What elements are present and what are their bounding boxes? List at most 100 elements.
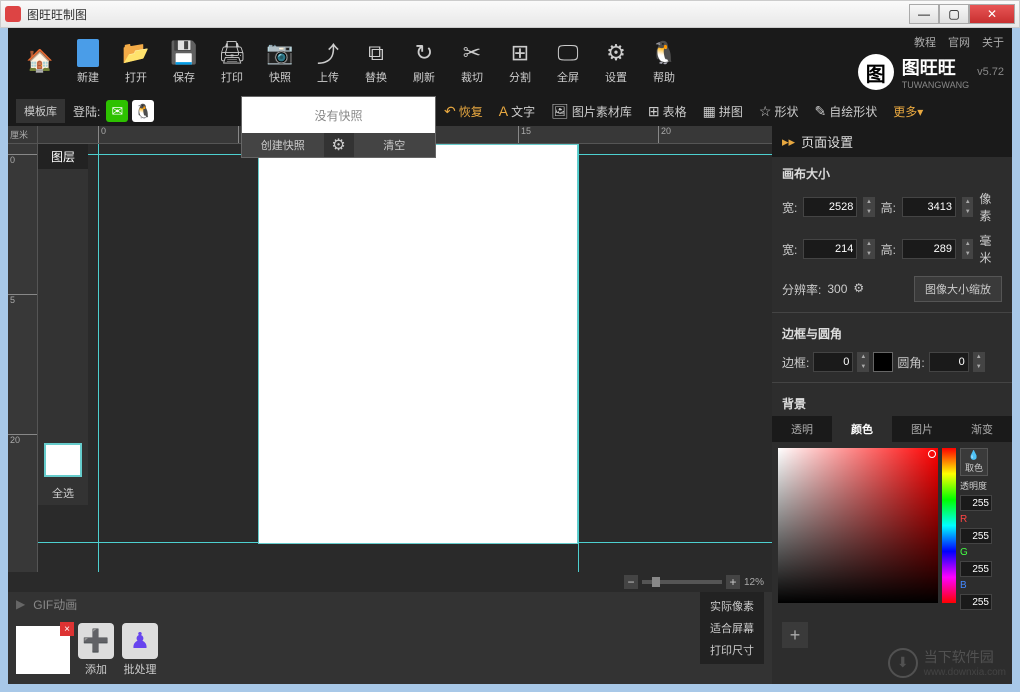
home-button[interactable]: 🏠 <box>16 32 64 92</box>
layers-header: 图层 <box>38 144 88 169</box>
fullscreen-button[interactable]: 🖵全屏 <box>544 32 592 92</box>
radius-input[interactable] <box>929 352 969 372</box>
maximize-button[interactable]: ▢ <box>939 4 969 24</box>
create-snapshot-button[interactable]: 创建快照 <box>242 133 324 157</box>
print-size-option[interactable]: 打印尺寸 <box>700 639 764 661</box>
border-color-swatch[interactable] <box>873 352 893 372</box>
logo-text: 图旺旺 <box>902 54 969 80</box>
upload-button[interactable]: ⤴上传 <box>304 32 352 92</box>
color-sv-picker[interactable] <box>778 448 938 603</box>
table-button[interactable]: ⊞表格 <box>642 100 693 123</box>
width-px-input[interactable] <box>803 197 857 217</box>
guide-line[interactable] <box>578 144 579 572</box>
snapshot-button[interactable]: 📷快照 <box>256 32 304 92</box>
page-thumbnail[interactable]: × <box>16 626 70 674</box>
settings-button[interactable]: ⚙设置 <box>592 32 640 92</box>
play-icon[interactable]: ▶ <box>16 597 25 611</box>
snapshot-empty-label: 没有快照 <box>242 97 435 133</box>
recover-button[interactable]: ↶恢复 <box>438 100 489 123</box>
logo-sub: TUWANGWANG <box>902 80 969 90</box>
fit-screen-option[interactable]: 适合屏幕 <box>700 617 764 639</box>
watermark: ⬇ 当下软件园 www.downxia.com <box>888 647 1006 678</box>
canvas-area[interactable] <box>38 144 772 572</box>
gif-bar: ▶ GIF动画 <box>8 592 772 616</box>
app-icon <box>5 6 21 22</box>
zoom-out-button[interactable]: − <box>624 575 638 589</box>
width-mm-input[interactable] <box>803 239 857 259</box>
height-mm-input[interactable] <box>902 239 956 259</box>
border-input[interactable] <box>813 352 853 372</box>
zoom-value: 12% <box>744 577 764 588</box>
bg-section-title: 背景 <box>772 387 1012 416</box>
b-input[interactable] <box>960 594 992 610</box>
collage-button[interactable]: ▦拼图 <box>697 100 749 123</box>
main-toolbar: 🏠 新建 📂打开 💾保存 🖨打印 📷快照 ⤴上传 ⧉替换 ↻刷新 ✂裁切 ⊞分割… <box>8 28 1012 96</box>
save-button[interactable]: 💾保存 <box>160 32 208 92</box>
eyedropper-button[interactable]: 💧取色 <box>960 448 988 476</box>
r-input[interactable] <box>960 528 992 544</box>
layer-thumbnail[interactable] <box>44 443 82 477</box>
close-button[interactable]: ✕ <box>969 4 1015 24</box>
dpi-settings-icon[interactable]: ⚙ <box>853 281 869 297</box>
color-hue-bar[interactable] <box>942 448 956 603</box>
logo-icon: 图 <box>858 54 894 90</box>
bg-tab-color[interactable]: 颜色 <box>832 416 892 442</box>
template-lib-button[interactable]: 模板库 <box>16 99 65 123</box>
shape-button[interactable]: ☆形状 <box>753 100 805 123</box>
freehand-button[interactable]: ✎自绘形状 <box>808 100 883 123</box>
version-label: v5.72 <box>977 66 1004 78</box>
wechat-login-button[interactable]: ✉ <box>106 100 128 122</box>
layers-panel: 图层 全选 <box>38 144 88 505</box>
snapshot-settings-button[interactable]: ⚙ <box>324 133 354 157</box>
width-spinner[interactable]: ▲▼ <box>863 197 874 217</box>
ruler-vertical: 0 5 20 图层 全选 <box>8 144 38 572</box>
panel-header: ▸▸页面设置 <box>772 126 1012 157</box>
refresh-button[interactable]: ↻刷新 <box>400 32 448 92</box>
ruler-unit: 厘米 <box>8 126 38 143</box>
opacity-input[interactable] <box>960 495 992 511</box>
g-input[interactable] <box>960 561 992 577</box>
height-px-input[interactable] <box>902 197 956 217</box>
zoom-slider[interactable] <box>642 580 722 584</box>
image-lib-button[interactable]: 🖼图片素材库 <box>545 100 638 123</box>
select-all-button[interactable]: 全选 <box>38 481 88 505</box>
about-link[interactable]: 关于 <box>982 34 1004 50</box>
guide-line[interactable] <box>98 144 99 572</box>
minimize-button[interactable]: — <box>909 4 939 24</box>
site-link[interactable]: 官网 <box>948 34 970 50</box>
cut-button[interactable]: ✂裁切 <box>448 32 496 92</box>
print-button[interactable]: 🖨打印 <box>208 32 256 92</box>
more-button[interactable]: 更多▾ <box>887 100 929 123</box>
height-spinner[interactable]: ▲▼ <box>962 197 973 217</box>
add-preset-button[interactable]: + <box>782 622 808 648</box>
bg-tab-gradient[interactable]: 渐变 <box>952 416 1012 442</box>
batch-button[interactable]: ♟批处理 <box>122 623 158 677</box>
replace-button[interactable]: ⧉替换 <box>352 32 400 92</box>
qq-login-button[interactable]: 🐧 <box>132 100 154 122</box>
split-button[interactable]: ⊞分割 <box>496 32 544 92</box>
text-tool-button[interactable]: A文字 <box>493 100 541 123</box>
clear-snapshot-button[interactable]: 清空 <box>354 133 436 157</box>
dpi-value: 300 <box>827 282 847 296</box>
gif-label: GIF动画 <box>33 596 77 613</box>
bottom-panel: × ➕添加 ♟批处理 实际像素 适合屏幕 打印尺寸 <box>8 616 772 684</box>
watermark-icon: ⬇ <box>888 648 918 678</box>
view-menu: 实际像素 适合屏幕 打印尺寸 <box>700 592 764 664</box>
zoom-bar: − + 12% <box>8 572 772 592</box>
canvas[interactable] <box>258 144 578 544</box>
zoom-image-button[interactable]: 图像大小缩放 <box>914 276 1002 302</box>
open-button[interactable]: 📂打开 <box>112 32 160 92</box>
actual-pixels-option[interactable]: 实际像素 <box>700 595 764 617</box>
zoom-in-button[interactable]: + <box>726 575 740 589</box>
help-button[interactable]: 🐧帮助 <box>640 32 688 92</box>
tutorial-link[interactable]: 教程 <box>914 34 936 50</box>
add-page-button[interactable]: ➕添加 <box>78 623 114 677</box>
titlebar: 图旺旺制图 — ▢ ✕ <box>0 0 1020 28</box>
bg-tab-image[interactable]: 图片 <box>892 416 952 442</box>
titlebar-text: 图旺旺制图 <box>27 6 909 23</box>
delete-page-icon[interactable]: × <box>60 622 74 636</box>
bg-tab-transparent[interactable]: 透明 <box>772 416 832 442</box>
login-label: 登陆: <box>73 103 100 120</box>
snapshot-popup: 没有快照 创建快照 ⚙ 清空 <box>241 96 436 158</box>
new-button[interactable]: 新建 <box>64 32 112 92</box>
